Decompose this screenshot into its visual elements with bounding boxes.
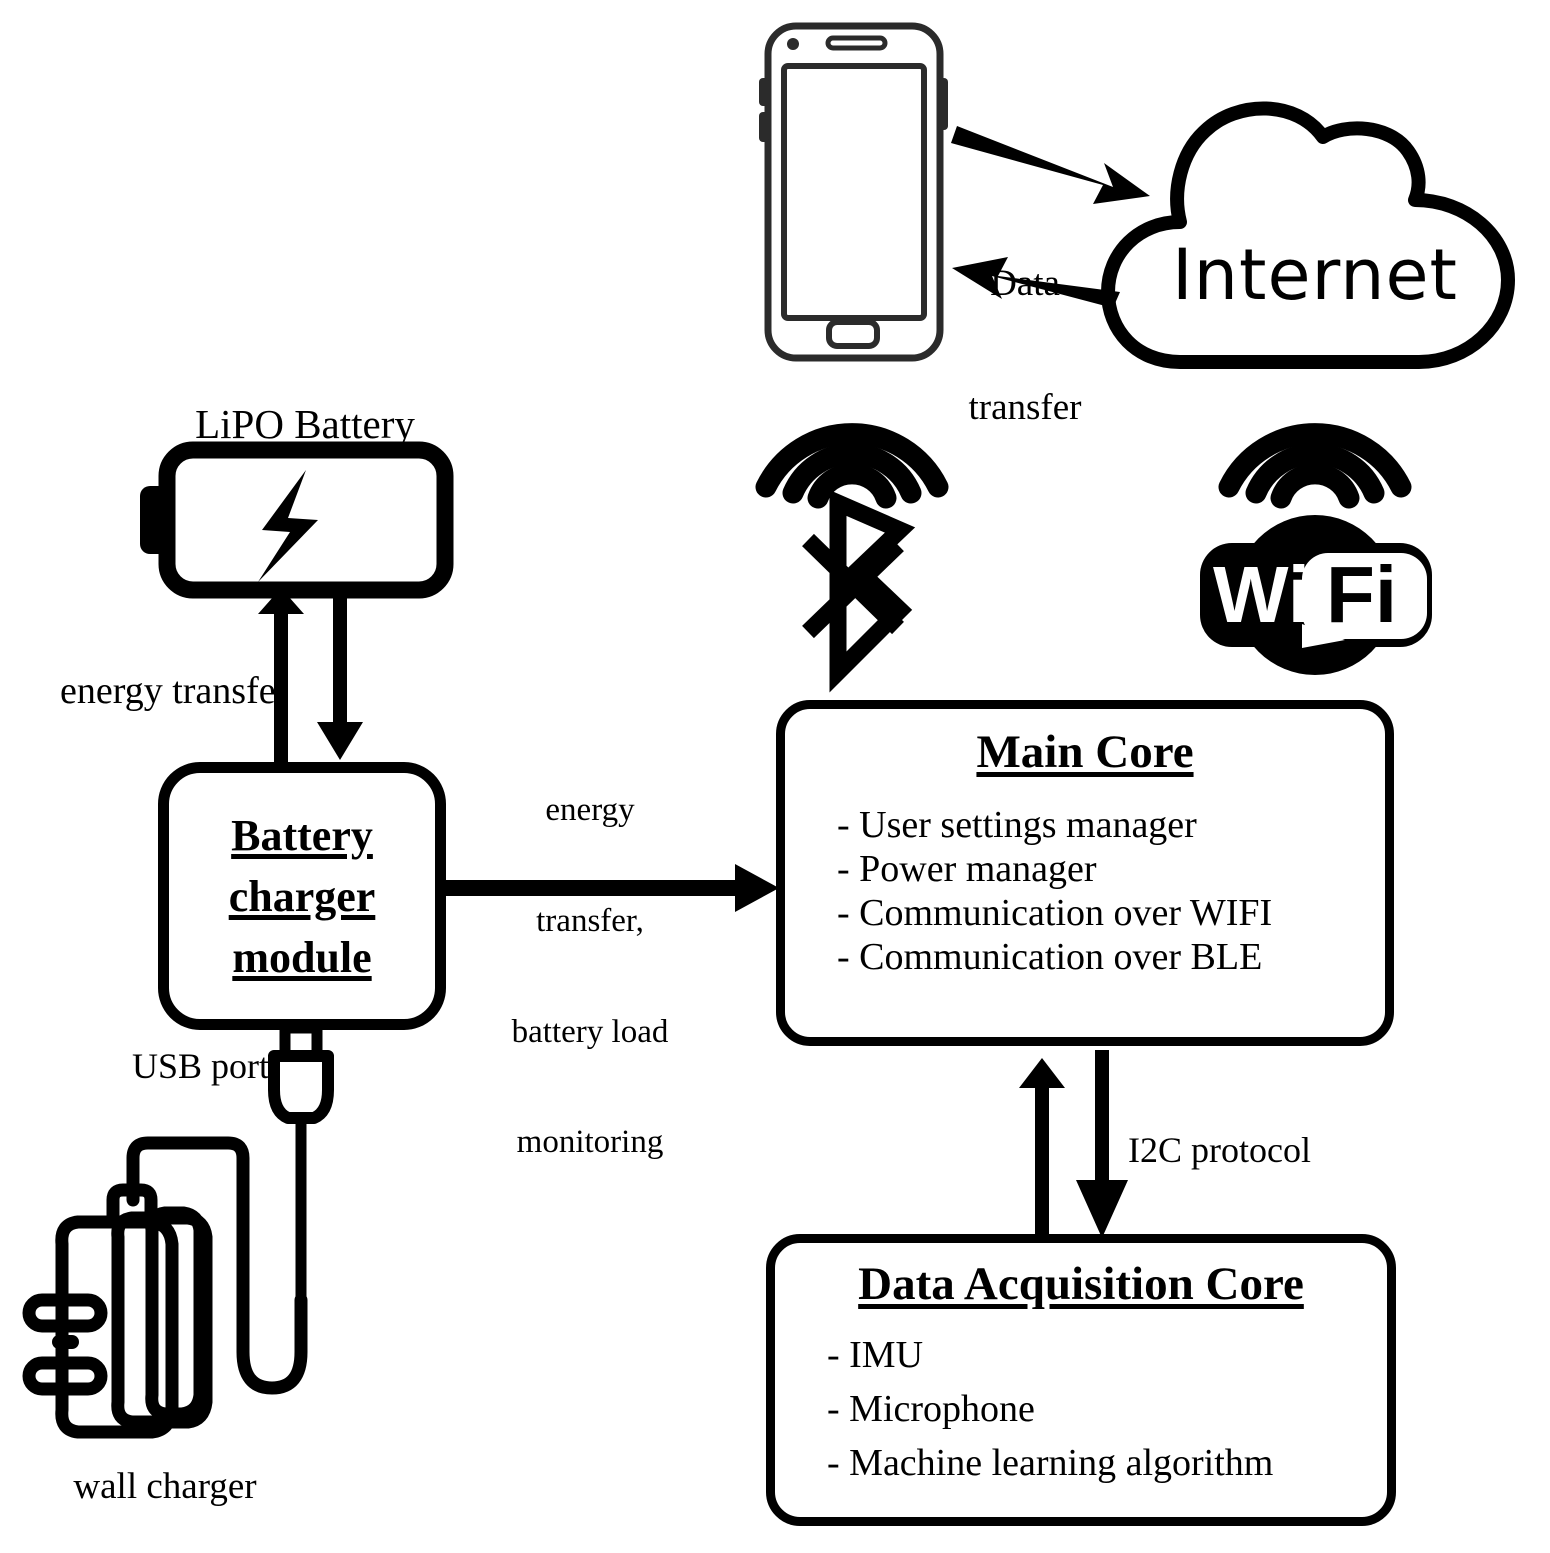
battery-charger-module-box[interactable]: Battery charger module bbox=[158, 762, 446, 1030]
smartphone-icon bbox=[759, 22, 948, 362]
daq-core-item-1: - Microphone bbox=[827, 1388, 1035, 1430]
i2c-protocol-label: I2C protocol bbox=[1128, 1130, 1311, 1170]
main-core-list: - User settings manager - Power manager … bbox=[785, 803, 1385, 979]
bluetooth-icon bbox=[802, 490, 916, 693]
data-transfer-line1: Data bbox=[990, 262, 1060, 304]
battery-icon bbox=[140, 441, 454, 599]
data-acquisition-core-title: Data Acquisition Core bbox=[858, 1258, 1304, 1310]
data-transfer-label: Data transfer bbox=[940, 180, 1110, 512]
energy-transfer-label: energy transfer bbox=[60, 670, 289, 712]
charger-module-line-2: charger bbox=[228, 871, 376, 921]
diagram-canvas: Internet Wi Fi Data transfer LiPO Batter… bbox=[0, 0, 1550, 1553]
wifi-icon bbox=[1200, 515, 1432, 675]
main-core-item-3: - Communication over BLE bbox=[837, 936, 1263, 978]
usb-port-label: USB port bbox=[132, 1046, 270, 1086]
main-core-box[interactable]: Main Core - User settings manager - Powe… bbox=[776, 700, 1394, 1046]
etm-line2: transfer, bbox=[536, 902, 644, 939]
wifi-signal-arcs bbox=[1218, 423, 1412, 509]
usb-connector-icon bbox=[268, 1022, 334, 1300]
etm-line4: monitoring bbox=[516, 1124, 664, 1161]
main-core-title: Main Core bbox=[976, 726, 1194, 778]
main-core-item-2: - Communication over WIFI bbox=[837, 892, 1273, 934]
lipo-battery-label: LiPO Battery bbox=[195, 401, 415, 447]
data-transfer-line2: transfer bbox=[968, 387, 1082, 429]
daq-core-item-0: - IMU bbox=[827, 1334, 924, 1376]
wall-charger-icon bbox=[22, 1183, 213, 1439]
i2c-arrows bbox=[1019, 1050, 1128, 1238]
data-acquisition-core-box[interactable]: Data Acquisition Core - IMU - Microphone… bbox=[766, 1234, 1396, 1526]
etm-line1: energy bbox=[545, 791, 635, 828]
cloud-label: Internet bbox=[1172, 234, 1458, 316]
data-acquisition-core-list: - IMU - Microphone - Machine learning al… bbox=[775, 1333, 1387, 1485]
charger-module-line-3: module bbox=[232, 932, 372, 982]
charger-module-line-1: Battery bbox=[231, 810, 373, 860]
wall-charger-label: wall charger bbox=[73, 1466, 257, 1507]
energy-transfer-monitoring-label: energy transfer, battery load monitoring bbox=[490, 718, 690, 1235]
main-core-item-0: - User settings manager bbox=[837, 804, 1197, 846]
bluetooth-signal-arcs bbox=[755, 423, 949, 509]
main-core-item-1: - Power manager bbox=[837, 848, 1097, 890]
daq-core-item-2: - Machine learning algorithm bbox=[827, 1442, 1274, 1484]
etm-line3: battery load bbox=[511, 1013, 669, 1050]
